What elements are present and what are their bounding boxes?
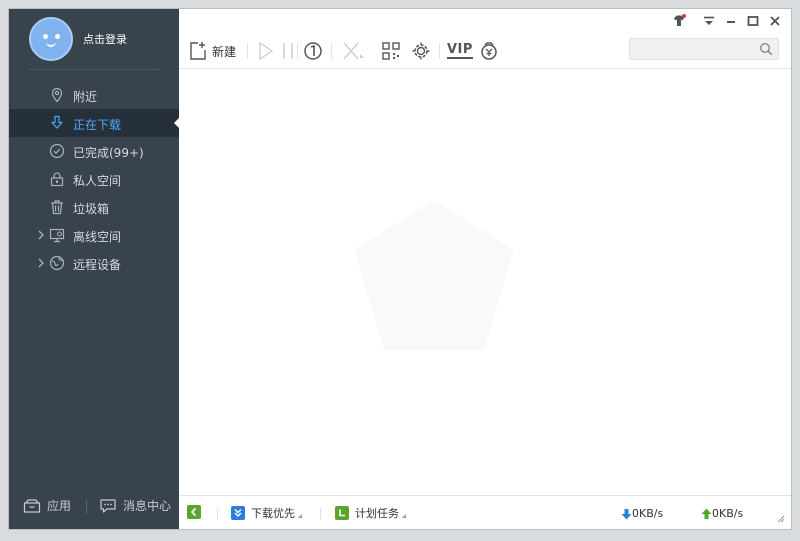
arrow-down-icon <box>621 508 632 519</box>
avatar-eye-right <box>55 34 60 39</box>
chevron-right-icon[interactable] <box>36 255 46 271</box>
sidebar-item-label: 正在下载 <box>73 118 122 132</box>
sidebar-divider <box>29 69 159 70</box>
message-center-button[interactable]: 消息中心 <box>99 497 171 514</box>
minimize-icon[interactable] <box>723 13 739 29</box>
sidebar-item-label: 已完成(99+) <box>73 146 144 160</box>
download-speed: 0KB/s <box>621 507 663 520</box>
download-priority-label: 下载优先 <box>251 507 295 520</box>
download-speed-value: 0KB/s <box>632 507 664 520</box>
empty-state-logo-icon <box>354 200 514 350</box>
collapse-sidebar-button[interactable] <box>187 505 207 519</box>
status-bar: 下载优先 计划任务 0KB/s 0KB/s <box>179 495 791 529</box>
qr-code-icon <box>382 42 400 60</box>
remote-device-icon <box>49 255 65 271</box>
maximize-icon[interactable] <box>745 13 761 29</box>
search-box[interactable] <box>629 38 779 60</box>
toolbar-divider <box>439 43 440 59</box>
upload-speed: 0KB/s <box>701 507 743 520</box>
toolbar: 新建 VIP <box>179 33 791 69</box>
chevron-left-icon <box>187 505 201 519</box>
sidebar-item-downloading[interactable]: 正在下载 <box>9 109 180 137</box>
sidebar-footer: 应用 消息中心 <box>9 497 179 517</box>
scheduled-tasks-label: 计划任务 <box>355 507 399 520</box>
chevron-right-icon[interactable] <box>36 227 46 243</box>
location-icon <box>51 87 63 103</box>
sidebar-item-label: 附近 <box>73 90 98 104</box>
skin-shirt-icon[interactable] <box>671 13 687 29</box>
apps-box-icon <box>23 498 41 513</box>
new-file-icon <box>190 42 206 60</box>
close-icon[interactable] <box>767 13 783 29</box>
vip-button[interactable]: VIP <box>447 39 473 63</box>
apps-button[interactable]: 应用 <box>23 497 71 514</box>
resize-grip-icon[interactable] <box>777 515 785 523</box>
sidebar-item-offline-space[interactable]: 离线空间 <box>9 221 179 249</box>
status-divider <box>320 508 321 520</box>
qr-code-button[interactable] <box>381 39 401 63</box>
download-list-area[interactable] <box>179 70 791 495</box>
toolbar-divider <box>247 43 248 59</box>
new-task-label: 新建 <box>212 44 237 59</box>
clock-icon <box>335 506 349 520</box>
play-icon <box>259 41 274 61</box>
search-icon[interactable] <box>759 42 773 56</box>
sidebar-item-label: 离线空间 <box>73 230 122 244</box>
scheduled-tasks-button[interactable]: 计划任务 <box>335 505 406 521</box>
message-center-label: 消息中心 <box>123 499 172 513</box>
toolbar-divider <box>331 43 332 59</box>
menu-dropdown-icon[interactable] <box>701 13 717 29</box>
sidebar-item-remote-device[interactable]: 远程设备 <box>9 249 179 277</box>
pause-icon <box>283 43 293 59</box>
app-window: 点击登录 附近 正在下载 已完成(99+) 私人空间 垃圾箱 离线空间 远程设备… <box>8 8 792 530</box>
lock-icon <box>50 172 64 187</box>
delete-button[interactable] <box>341 39 365 63</box>
sidebar-item-completed[interactable]: 已完成(99+) <box>9 137 179 165</box>
wallet-button[interactable] <box>479 39 499 63</box>
chat-bubble-icon <box>100 498 116 513</box>
new-task-button[interactable]: 新建 <box>189 39 236 63</box>
download-priority-button[interactable]: 下载优先 <box>231 505 302 521</box>
footer-divider <box>86 500 87 514</box>
download-icon <box>51 115 63 129</box>
sidebar: 点击登录 附近 正在下载 已完成(99+) 私人空间 垃圾箱 离线空间 远程设备… <box>9 9 180 529</box>
avatar-mouth <box>46 41 56 47</box>
trash-icon <box>51 200 63 215</box>
settings-button[interactable] <box>411 39 431 63</box>
delete-x-icon <box>343 42 364 60</box>
status-divider <box>217 508 218 520</box>
main-panel: 新建 VIP 下载优先 计划任务 0KB/s 0KB/s <box>179 9 791 529</box>
pause-button[interactable] <box>281 39 295 63</box>
speed-limit-icon <box>304 42 322 60</box>
title-bar <box>179 9 791 33</box>
login-link[interactable]: 点击登录 <box>83 31 127 47</box>
sidebar-nav: 附近 正在下载 已完成(99+) 私人空间 垃圾箱 离线空间 远程设备 <box>9 81 180 277</box>
toolbar-divider <box>297 43 298 59</box>
avatar-eye-left <box>43 34 48 39</box>
dropdown-triangle-icon <box>298 514 302 518</box>
upload-speed-value: 0KB/s <box>712 507 744 520</box>
sidebar-item-trash[interactable]: 垃圾箱 <box>9 193 179 221</box>
sidebar-item-label: 私人空间 <box>73 174 122 188</box>
search-input[interactable] <box>630 39 750 59</box>
sidebar-item-label: 垃圾箱 <box>73 202 110 216</box>
avatar[interactable] <box>29 17 73 61</box>
coin-bag-icon <box>481 42 497 60</box>
vip-label: VIP <box>447 42 473 59</box>
gear-icon <box>412 42 430 60</box>
start-button[interactable] <box>257 39 275 63</box>
speed-limit-button[interactable] <box>303 39 323 63</box>
sidebar-item-private-space[interactable]: 私人空间 <box>9 165 179 193</box>
check-circle-icon <box>49 143 65 159</box>
apps-label: 应用 <box>47 499 72 513</box>
offline-space-icon <box>49 228 65 243</box>
double-chevron-down-icon <box>231 506 245 520</box>
sidebar-item-label: 远程设备 <box>73 258 122 272</box>
dropdown-triangle-icon <box>402 514 406 518</box>
arrow-up-icon <box>701 508 712 519</box>
sidebar-item-nearby[interactable]: 附近 <box>9 81 179 109</box>
